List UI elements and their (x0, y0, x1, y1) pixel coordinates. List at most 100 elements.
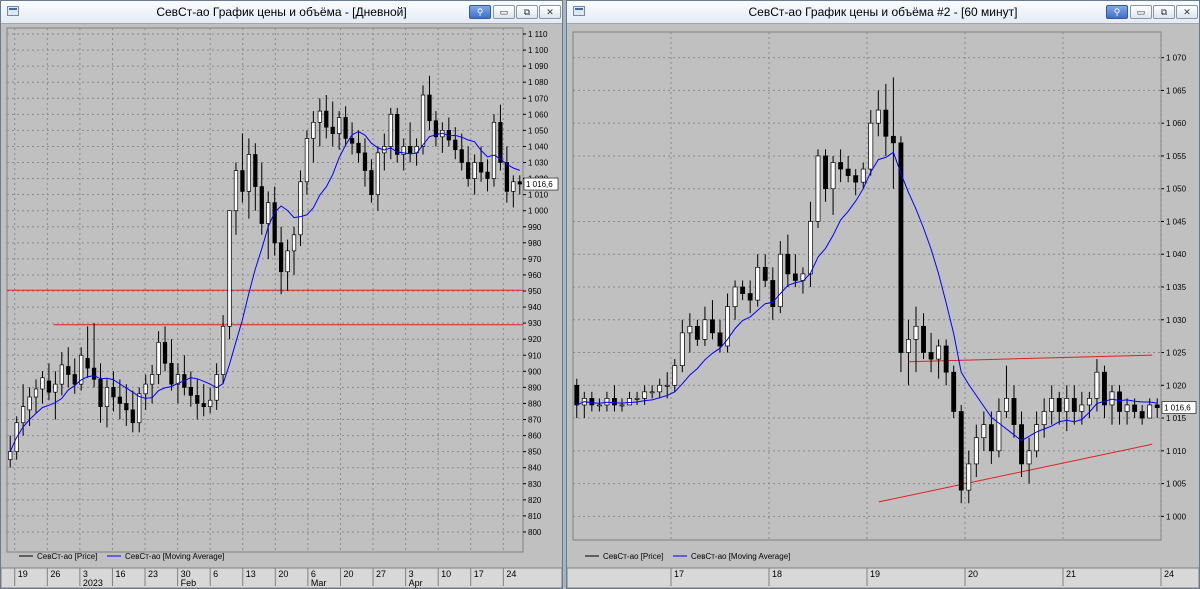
candle-body (951, 371, 957, 412)
candle-body (85, 358, 90, 369)
y-tick-label: 910 (528, 351, 542, 360)
candle-body (259, 186, 264, 224)
candle-body (208, 399, 213, 408)
candle-body (740, 286, 746, 294)
y-tick-label: 930 (528, 319, 542, 328)
candle-body (491, 121, 497, 179)
candle-body (72, 374, 77, 385)
candle-body (853, 175, 859, 183)
x-tick-label: 20 (968, 569, 978, 579)
x-tick-label: 24 (506, 569, 516, 579)
candle-body (453, 139, 458, 150)
candle-body (117, 396, 122, 404)
y-tick-label: 1 000 (1166, 512, 1187, 521)
candle-body (517, 181, 522, 185)
candle-body (272, 202, 277, 244)
y-tick-label: 1 045 (1166, 217, 1187, 226)
candle-body (1019, 424, 1024, 465)
candle-body (1154, 404, 1160, 408)
candle-body (511, 181, 516, 192)
candle-body (349, 138, 355, 144)
y-tick-label: 1 060 (1166, 119, 1187, 128)
candle-body (574, 384, 580, 406)
candle-body (369, 170, 374, 195)
candle-body (427, 94, 432, 122)
y-tick-label: 850 (528, 448, 542, 457)
candle-body (420, 94, 426, 147)
x-tick-label: 17 (674, 569, 684, 579)
candle-body (472, 162, 477, 179)
candle-body (150, 374, 155, 385)
chart-window-daily[interactable]: СевСт-ао График цены и объёма - [Дневной… (0, 0, 563, 589)
candle-body (104, 387, 110, 407)
x-tick-label: 18 (772, 569, 782, 579)
candle-body (1049, 398, 1055, 412)
restore-button[interactable]: ⧉ (516, 5, 538, 19)
price-chart-60min[interactable]: 1 000 1 005 1 010 1 015 1 020 1 025 1 030 1 035… (567, 24, 1199, 588)
x-axis-band (567, 567, 1199, 588)
y-tick-label: 1 070 (1166, 54, 1187, 63)
candle-body (1109, 391, 1115, 406)
candle-body (596, 404, 602, 407)
candle-body (875, 109, 881, 124)
x-tick-label: 6 (213, 569, 218, 579)
current-price-label: 1 016,6 (526, 180, 553, 189)
candle-body (747, 293, 753, 301)
candle-body (246, 154, 251, 192)
y-tick-label: 1 050 (528, 126, 549, 135)
candle-body (1117, 391, 1122, 412)
candle-body (657, 384, 663, 393)
candle-body (466, 162, 471, 179)
y-tick-label: 1 060 (528, 110, 549, 119)
candle-body (815, 155, 821, 222)
candle-body (1011, 398, 1017, 425)
y-tick-label: 1 020 (1166, 381, 1187, 390)
price-chart-daily[interactable]: 800 810 820 830 840 850 860 870 880 890 900 910 920 9… (1, 24, 562, 588)
candle-body (1132, 404, 1138, 412)
candle-body (996, 411, 1002, 452)
x-tick-label: 27 (376, 569, 386, 579)
y-tick-label: 1 030 (1166, 316, 1187, 325)
candle-body (634, 398, 640, 400)
window-titlebar[interactable]: СевСт-ао График цены и объёма - [Дневной… (1, 1, 562, 24)
candle-body (604, 398, 610, 406)
candle-body (201, 403, 206, 407)
candle-body (1004, 398, 1009, 412)
x-tick-label: 21 (1066, 569, 1076, 579)
candle-body (253, 154, 258, 187)
chart-window-60min[interactable]: СевСт-ао График цены и объёма #2 - [60 м… (566, 0, 1200, 589)
window-titlebar[interactable]: СевСт-ао График цены и объёма #2 - [60 м… (567, 1, 1199, 24)
candle-body (830, 162, 836, 190)
candle-body (1056, 398, 1062, 412)
candle-body (304, 138, 310, 183)
candle-body (958, 411, 964, 491)
candle-body (343, 117, 348, 139)
link-button[interactable]: ⚲ (469, 5, 491, 19)
candle-body (459, 149, 464, 163)
y-tick-label: 880 (528, 399, 542, 408)
candle-body (1086, 398, 1092, 406)
candle-body (860, 168, 866, 183)
link-button[interactable]: ⚲ (1106, 5, 1128, 19)
x-tick-label: 10 (441, 569, 451, 579)
candle-body (664, 384, 670, 387)
candle-body (188, 387, 193, 396)
candle-body (324, 110, 329, 128)
candle-body (672, 365, 678, 386)
candle-body (785, 253, 791, 275)
legend-label-price: СевСт-ао [Price] (37, 552, 97, 561)
close-button[interactable]: ✕ (1176, 5, 1198, 19)
minimize-button[interactable]: ▭ (1130, 5, 1152, 19)
candle-body (356, 142, 361, 154)
candle-body (1034, 424, 1040, 452)
y-tick-label: 810 (528, 512, 542, 521)
restore-button[interactable]: ⧉ (1153, 5, 1175, 19)
candle-body (395, 113, 400, 155)
close-button[interactable]: ✕ (539, 5, 561, 19)
candle-body (298, 181, 303, 236)
candle-body (40, 377, 45, 390)
y-tick-label: 860 (528, 432, 542, 441)
minimize-button[interactable]: ▭ (493, 5, 515, 19)
y-tick-label: 1 015 (1166, 414, 1187, 423)
candle-body (808, 221, 813, 275)
